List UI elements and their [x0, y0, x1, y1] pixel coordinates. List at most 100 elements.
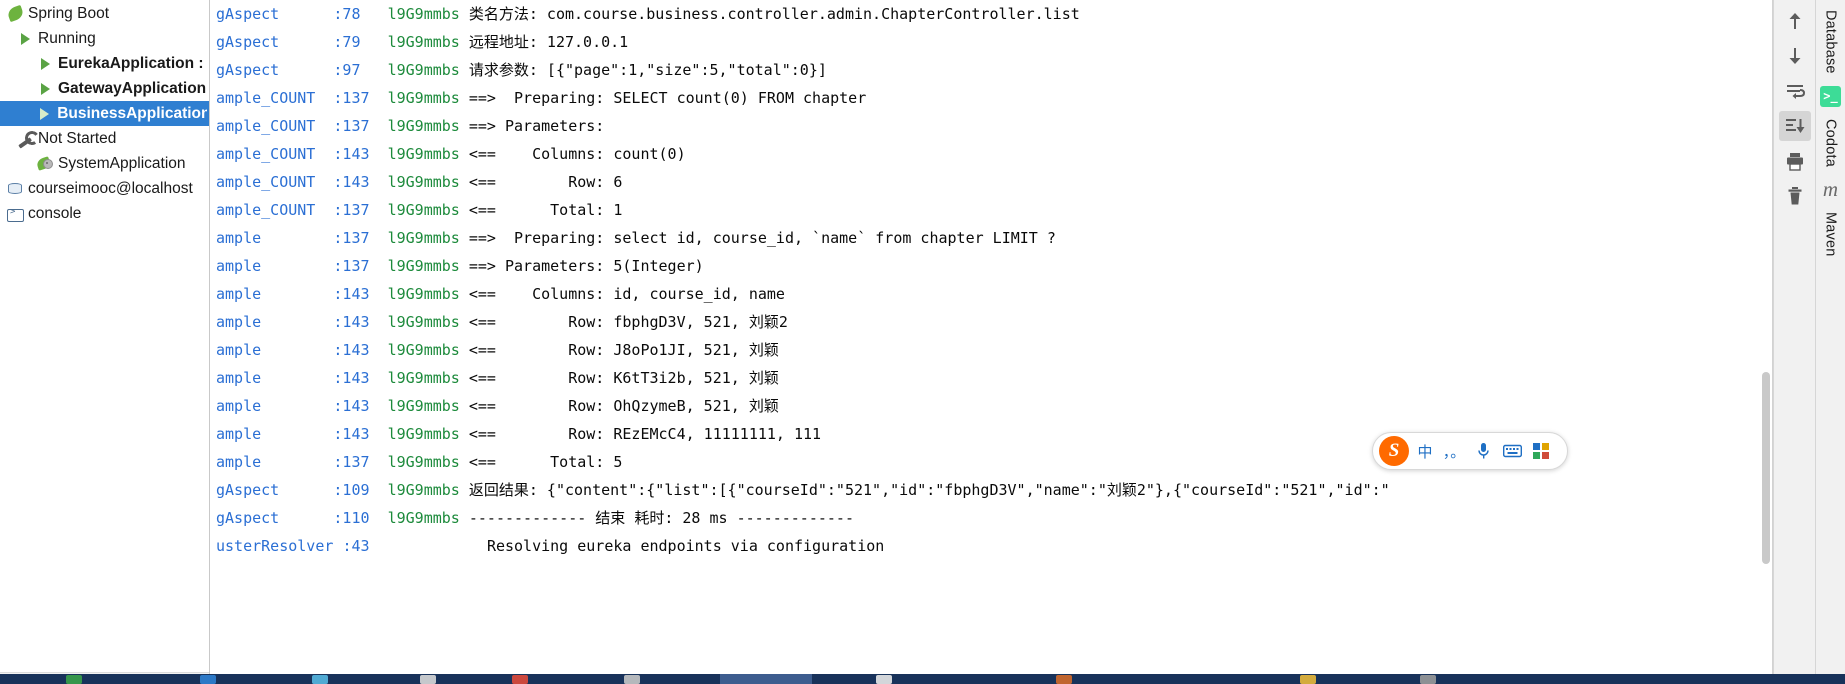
log-thread: l9G9mmbs [387, 285, 460, 303]
log-pad [370, 145, 388, 163]
app-grid-icon[interactable] [1528, 436, 1554, 466]
log-line-number: :43 [342, 537, 370, 555]
tool-tab-codota[interactable]: Codota [1823, 117, 1839, 169]
log-pad [261, 369, 333, 387]
log-message: <== Row: fbphgD3V, 521, 刘颖2 [468, 313, 788, 331]
log-line-number: :110 [333, 509, 370, 527]
console-log-line: ample_COUNT :143 l9G9mmbs <== Columns: c… [210, 140, 1772, 168]
log-pad [460, 369, 469, 387]
taskbar-icon[interactable] [420, 675, 436, 684]
log-logger: ample_COUNT [216, 117, 316, 135]
log-pad [370, 509, 388, 527]
console-pane[interactable]: gAspect :78 l9G9mmbs 类名方法: com.course.bu… [210, 0, 1773, 684]
log-logger: gAspect [216, 33, 280, 51]
taskbar-icon[interactable] [876, 675, 892, 684]
log-message: <== Columns: id, course_id, name [468, 285, 785, 303]
log-line-number: :143 [333, 397, 370, 415]
log-line-number: :143 [333, 425, 370, 443]
tree-row-spring-boot[interactable]: Spring Boot [0, 1, 209, 26]
scrollbar-thumb[interactable] [1762, 372, 1770, 564]
log-message: <== Row: OhQzymeB, 521, 刘颖 [468, 397, 779, 415]
log-pad [370, 117, 388, 135]
sogou-logo-icon[interactable]: S [1379, 436, 1409, 466]
console-log-line: gAspect :110 l9G9mmbs ------------- 结束 耗… [210, 504, 1772, 532]
tree-row-gatewayapplication[interactable]: GatewayApplication [0, 76, 209, 101]
row-icon [16, 130, 34, 148]
soft-wrap-icon-button[interactable] [1779, 76, 1811, 106]
log-thread: l9G9mmbs [387, 201, 460, 219]
log-pad [460, 61, 469, 79]
log-pad [460, 145, 469, 163]
log-pad [261, 341, 333, 359]
keyboard-icon[interactable] [1499, 436, 1525, 466]
ide-window: Spring Boot Running EurekaApplication : Gat… [0, 0, 1845, 684]
trash-icon-button[interactable] [1779, 181, 1811, 211]
printer-icon-button[interactable] [1779, 146, 1811, 176]
codota-terminal-badge-icon[interactable]: >_ [1820, 85, 1841, 107]
log-thread: l9G9mmbs [387, 173, 460, 191]
log-thread: l9G9mmbs [387, 61, 460, 79]
log-pad [460, 257, 469, 275]
log-pad [370, 481, 388, 499]
log-thread: l9G9mmbs [387, 453, 460, 471]
log-pad [370, 173, 388, 191]
sogou-ime-floating-toolbar[interactable]: S 中 ，。 [1372, 432, 1568, 470]
log-line-number: :143 [333, 285, 370, 303]
log-pad [261, 453, 333, 471]
arrow-up-icon-button[interactable] [1779, 6, 1811, 36]
log-pad [460, 481, 469, 499]
scroll-to-end-icon-button[interactable] [1778, 111, 1811, 141]
tool-tab-maven[interactable]: Maven [1823, 210, 1839, 259]
row-icon [35, 155, 54, 173]
log-line-number: :143 [333, 145, 370, 163]
run-triangle-icon [40, 57, 50, 70]
tree-row-not-started[interactable]: Not Started [0, 126, 209, 151]
log-logger: ample_COUNT [216, 89, 316, 107]
row-icon [36, 55, 54, 73]
tree-row-courseimooc-localhost[interactable]: courseimooc@localhost [0, 176, 209, 201]
log-pad [370, 89, 388, 107]
log-logger: gAspect [216, 481, 280, 499]
console-log-line: ample_COUNT :137 l9G9mmbs <== Total: 1 [210, 196, 1772, 224]
database-icon [7, 182, 23, 196]
services-tree[interactable]: Spring Boot Running EurekaApplication : Gat… [0, 0, 210, 684]
taskbar-icon[interactable] [1300, 675, 1316, 684]
tree-row-systemapplication[interactable]: SystemApplication [0, 151, 209, 176]
log-pad [261, 313, 333, 331]
tree-row-businessapplication[interactable]: BusinessApplication [0, 101, 209, 126]
tree-row-console[interactable]: console [0, 201, 209, 226]
taskbar-icon[interactable] [1056, 675, 1072, 684]
log-line-number: :109 [333, 481, 370, 499]
row-icon [6, 205, 24, 223]
log-pad [460, 33, 469, 51]
taskbar-icon[interactable] [312, 675, 328, 684]
log-logger: gAspect [216, 5, 280, 23]
arrow-down-icon-button[interactable] [1779, 41, 1811, 71]
console-log-line: ample :143 l9G9mmbs <== Row: K6tT3i2b, 5… [210, 364, 1772, 392]
os-taskbar[interactable] [0, 674, 1845, 684]
microphone-icon[interactable] [1470, 436, 1496, 466]
taskbar-icon[interactable] [200, 675, 216, 684]
tree-row-eurekaapplication[interactable]: EurekaApplication : [0, 51, 209, 76]
console-log-line: ample_COUNT :143 l9G9mmbs <== Row: 6 [210, 168, 1772, 196]
tree-row-label: Running [38, 29, 96, 47]
taskbar-icon[interactable] [624, 675, 640, 684]
taskbar-icon[interactable] [66, 675, 82, 684]
tool-tab-database[interactable]: Database [1823, 8, 1839, 76]
punctuation-icon[interactable]: ，。 [1441, 436, 1467, 466]
console-log-line: ample :143 l9G9mmbs <== Columns: id, cou… [210, 280, 1772, 308]
log-pad [261, 257, 333, 275]
log-pad [370, 537, 397, 555]
console-log[interactable]: gAspect :78 l9G9mmbs 类名方法: com.course.bu… [210, 0, 1772, 560]
spring-gear-icon [35, 155, 54, 171]
taskbar-icon[interactable] [512, 675, 528, 684]
tree-row-label: Not Started [38, 129, 117, 147]
console-vscrollbar[interactable] [1758, 0, 1772, 684]
log-pad [279, 5, 333, 23]
taskbar-icon[interactable] [1420, 675, 1436, 684]
tree-row-running[interactable]: Running [0, 26, 209, 51]
run-triangle-icon [39, 107, 49, 120]
taskbar-active-window[interactable] [720, 674, 812, 684]
chinese-mode-icon[interactable]: 中 [1412, 436, 1438, 466]
log-pad [279, 509, 333, 527]
